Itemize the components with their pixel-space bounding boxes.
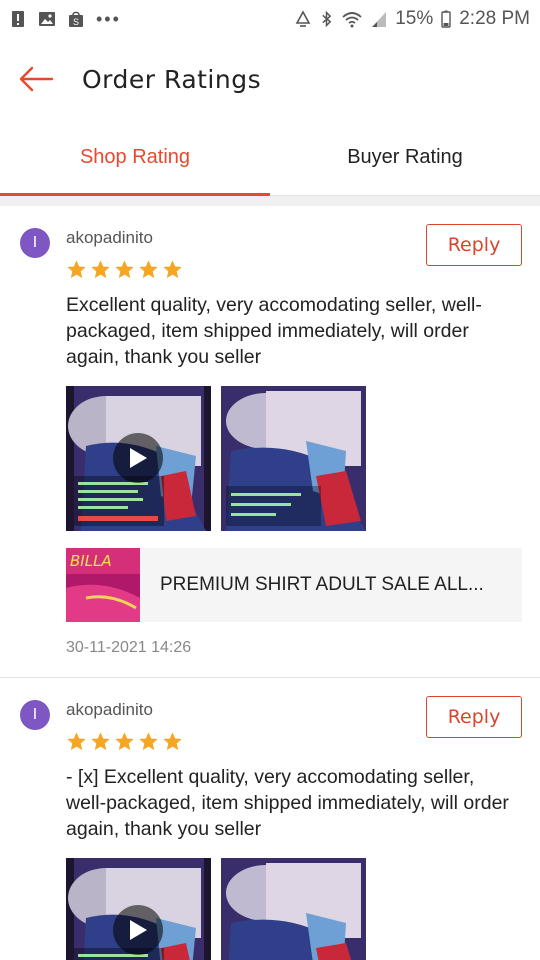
username: akopadinito [66, 700, 153, 719]
shopee-icon: S [69, 11, 83, 27]
star-icon [115, 260, 134, 278]
bluetooth-icon [322, 10, 332, 28]
avatar-letter: I [32, 234, 38, 251]
star-icon [115, 732, 134, 750]
review-date: 30-11-2021 14:26 [66, 639, 192, 656]
star-rating [66, 259, 183, 280]
status-left: S ••• [10, 9, 121, 30]
star-icon [163, 260, 182, 278]
status-right: 15% 2:28 PM [294, 8, 530, 30]
review-video-thumbnail[interactable] [66, 858, 211, 960]
image-frame [221, 858, 366, 960]
alert-icon [12, 11, 24, 27]
image-icon [39, 12, 55, 26]
star-rating [66, 731, 183, 752]
product-brand-text: BILLA [70, 552, 112, 570]
star-icon [67, 260, 86, 278]
battery-icon [441, 10, 451, 28]
avatar[interactable]: I [20, 700, 50, 730]
review-image-thumbnail[interactable] [221, 386, 366, 531]
review-text: - [x] Excellent quality, very accomodati… [66, 766, 509, 840]
avatar[interactable]: I [20, 228, 50, 258]
back-button[interactable] [0, 38, 72, 120]
play-icon [113, 905, 163, 955]
rating-tabs: Shop Rating Buyer Rating [0, 120, 540, 196]
reply-button[interactable]: Reply [426, 224, 522, 266]
status-bar: S ••• 15% 2:28 PM [0, 0, 540, 38]
product-name: PREMIUM SHIRT ADULT SALE ALL... [160, 574, 484, 595]
clock: 2:28 PM [459, 8, 530, 29]
tab-label: Shop Rating [79, 146, 191, 168]
recycle-icon [295, 10, 311, 27]
star-icon [91, 732, 110, 750]
star-icon [163, 732, 182, 750]
image-frame [221, 386, 366, 531]
product-thumbnail: BILLA [66, 548, 140, 622]
review-card: I akopadinito Reply - [x] Excellent qual… [0, 678, 540, 960]
play-icon [113, 433, 163, 483]
username: akopadinito [66, 228, 153, 247]
signal-icon [372, 12, 387, 27]
review-image-thumbnail[interactable] [221, 858, 366, 960]
tab-shop-rating[interactable]: Shop Rating [0, 120, 270, 195]
page-title: Order Ratings [82, 64, 262, 94]
wifi-icon [342, 12, 362, 28]
review-card: I akopadinito Reply Excellent quality, v… [0, 206, 540, 676]
svg-text:S: S [73, 17, 79, 27]
star-icon [139, 732, 158, 750]
tab-buyer-rating[interactable]: Buyer Rating [270, 120, 540, 195]
avatar-letter: I [32, 706, 38, 723]
star-icon [91, 260, 110, 278]
battery-percent: 15% [395, 8, 434, 29]
section-separator [0, 196, 540, 206]
tab-label: Buyer Rating [347, 146, 463, 168]
star-icon [139, 260, 158, 278]
star-icon [67, 732, 86, 750]
product-card[interactable]: BILLA PREMIUM SHIRT ADULT SALE ALL... [66, 548, 522, 622]
app-bar: Order Ratings [0, 38, 540, 120]
more-dots-icon: ••• [96, 8, 121, 29]
review-video-thumbnail[interactable] [66, 386, 211, 531]
back-arrow-icon [19, 66, 54, 92]
reply-button[interactable]: Reply [426, 696, 522, 738]
review-text: Excellent quality, very accomodating sel… [66, 294, 482, 368]
